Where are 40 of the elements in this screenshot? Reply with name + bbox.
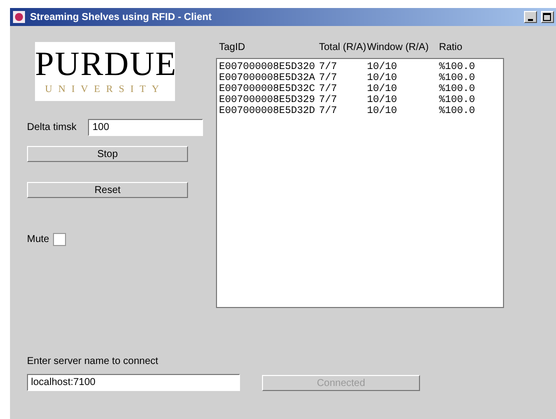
- app-icon: [12, 10, 26, 24]
- stop-button[interactable]: Stop: [27, 146, 188, 162]
- table-cell-text: E007000008E5D320: [219, 62, 316, 73]
- logo-name: PURDUE: [35, 48, 175, 82]
- table-cell-text: E007000008E5D329: [219, 95, 316, 106]
- column-header: TagID: [219, 41, 246, 54]
- table-cell-text: E007000008E5D32D: [219, 106, 316, 117]
- server-field[interactable]: localhost:7100: [27, 374, 240, 391]
- reset-button[interactable]: Reset: [27, 182, 188, 198]
- mute-checkbox[interactable]: [53, 233, 66, 246]
- table-cell: %100.0: [439, 95, 476, 106]
- delta-label: Delta timsk: [27, 121, 76, 135]
- table-cell-text: 10/10: [367, 73, 398, 84]
- column-header: Total (R/A): [319, 41, 367, 54]
- mute-label: Mute: [27, 233, 50, 247]
- table-cell: %100.0: [439, 106, 476, 117]
- column-header: Window (R/A): [367, 41, 430, 54]
- table-cell-text: E007000008E5D32C: [219, 84, 316, 95]
- server-label: Enter server name to connect: [27, 355, 160, 369]
- table-cell: %100.0: [439, 62, 476, 73]
- table-cell-text: 7/7: [319, 95, 338, 106]
- maximize-button[interactable]: [541, 11, 554, 23]
- minimize-button[interactable]: [524, 11, 537, 23]
- table-cell-text: 10/10: [367, 84, 398, 95]
- table-cell-text: 7/7: [319, 73, 338, 84]
- logo-subtitle: UNIVERSITY: [44, 83, 166, 97]
- column-header: Ratio: [439, 41, 462, 54]
- maximize-icon: [543, 12, 552, 21]
- table-cell-text: 7/7: [319, 84, 338, 95]
- table-cell-text: 10/10: [367, 95, 398, 106]
- minimize-icon: [528, 18, 533, 21]
- table-cell: %100.0: [439, 84, 476, 95]
- window-title: Streaming Shelves using RFID - Client: [30, 10, 212, 24]
- delta-field[interactable]: 100: [88, 119, 204, 136]
- table-cell-text: 10/10: [367, 106, 398, 117]
- table-cell-text: E007000008E5D32A: [219, 73, 316, 84]
- table-cell-text: 10/10: [367, 62, 398, 73]
- table-cell-text: 7/7: [319, 62, 338, 73]
- table-cell-text: 7/7: [319, 106, 338, 117]
- table-cell: %100.0: [439, 73, 476, 84]
